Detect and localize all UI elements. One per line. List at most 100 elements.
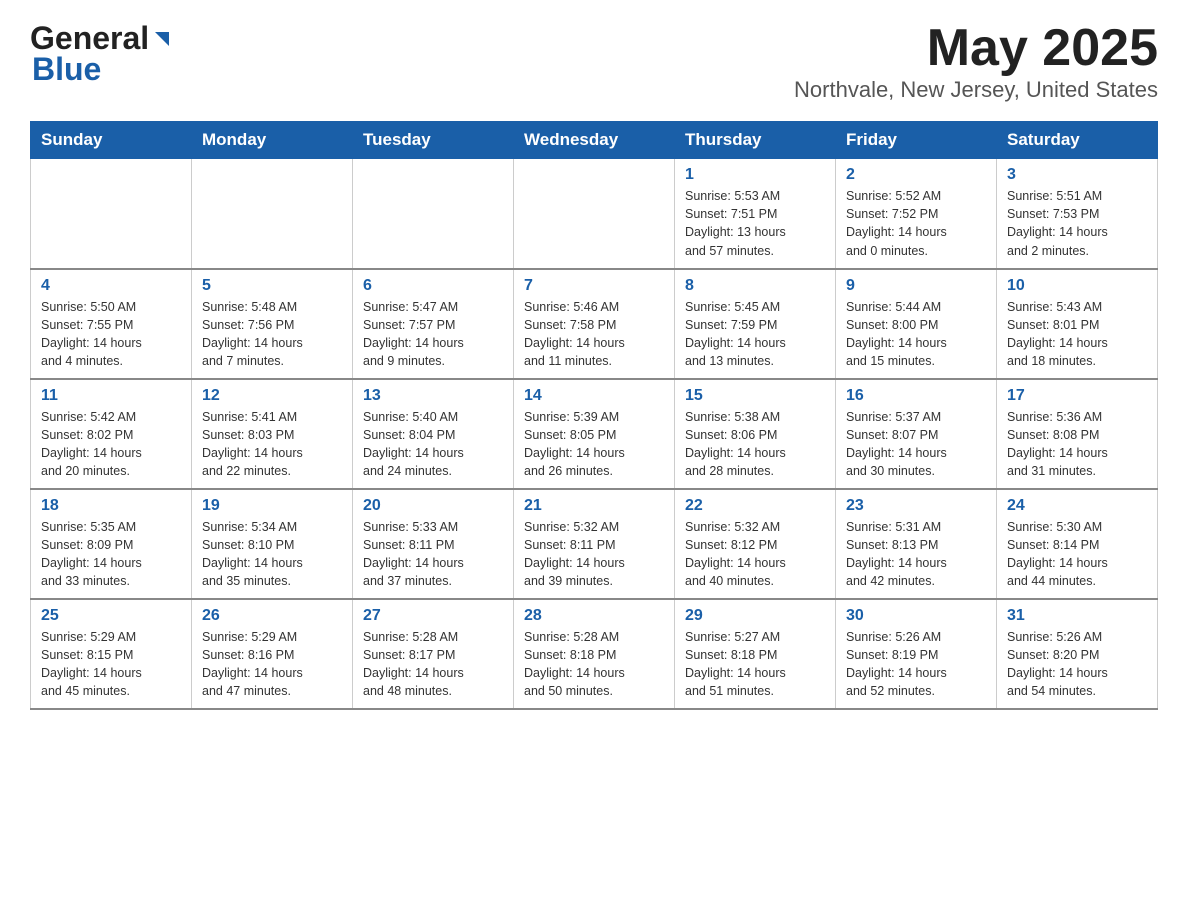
day-info: Sunrise: 5:33 AM Sunset: 8:11 PM Dayligh… — [363, 518, 503, 591]
calendar-cell: 14 Sunrise: 5:39 AM Sunset: 8:05 PM Dayli… — [514, 379, 675, 489]
day-number: 1 — [685, 166, 825, 184]
calendar-week-row: 25 Sunrise: 5:29 AM Sunset: 8:15 PM Dayli… — [31, 599, 1158, 709]
month-year-title: May 2025 — [794, 20, 1158, 77]
day-number: 14 — [524, 387, 664, 405]
calendar-cell: 17 Sunrise: 5:36 AM Sunset: 8:08 PM Dayli… — [997, 379, 1158, 489]
day-info: Sunrise: 5:27 AM Sunset: 8:18 PM Dayligh… — [685, 628, 825, 701]
day-number: 8 — [685, 277, 825, 295]
calendar-cell: 25 Sunrise: 5:29 AM Sunset: 8:15 PM Dayli… — [31, 599, 192, 709]
day-number: 18 — [41, 497, 181, 515]
day-number: 6 — [363, 277, 503, 295]
calendar-cell: 7 Sunrise: 5:46 AM Sunset: 7:58 PM Daylig… — [514, 269, 675, 379]
weekday-header-wednesday: Wednesday — [514, 122, 675, 159]
day-number: 28 — [524, 607, 664, 625]
day-info: Sunrise: 5:28 AM Sunset: 8:18 PM Dayligh… — [524, 628, 664, 701]
day-info: Sunrise: 5:45 AM Sunset: 7:59 PM Dayligh… — [685, 298, 825, 371]
day-info: Sunrise: 5:36 AM Sunset: 8:08 PM Dayligh… — [1007, 408, 1147, 481]
day-number: 27 — [363, 607, 503, 625]
day-number: 12 — [202, 387, 342, 405]
calendar-cell: 12 Sunrise: 5:41 AM Sunset: 8:03 PM Dayli… — [192, 379, 353, 489]
calendar-cell: 27Sunrise: 5:28 AM Sunset: 8:17 PM Dayli… — [353, 599, 514, 709]
calendar-cell: 13 Sunrise: 5:40 AM Sunset: 8:04 PM Dayli… — [353, 379, 514, 489]
day-info: Sunrise: 5:44 AM Sunset: 8:00 PM Dayligh… — [846, 298, 986, 371]
logo: General Blue — [30, 20, 173, 88]
day-info: Sunrise: 5:51 AM Sunset: 7:53 PM Dayligh… — [1007, 187, 1147, 260]
calendar-week-row: 1 Sunrise: 5:53 AM Sunset: 7:51 PM Daylig… — [31, 159, 1158, 269]
day-number: 3 — [1007, 166, 1147, 184]
calendar-cell: 19 Sunrise: 5:34 AM Sunset: 8:10 PM Dayli… — [192, 489, 353, 599]
calendar-cell: 21 Sunrise: 5:32 AM Sunset: 8:11 PM Dayli… — [514, 489, 675, 599]
day-info: Sunrise: 5:32 AM Sunset: 8:12 PM Dayligh… — [685, 518, 825, 591]
weekday-header-thursday: Thursday — [675, 122, 836, 159]
day-info: Sunrise: 5:38 AM Sunset: 8:06 PM Dayligh… — [685, 408, 825, 481]
day-info: Sunrise: 5:41 AM Sunset: 8:03 PM Dayligh… — [202, 408, 342, 481]
calendar-cell: 6 Sunrise: 5:47 AM Sunset: 7:57 PM Daylig… — [353, 269, 514, 379]
weekday-header-friday: Friday — [836, 122, 997, 159]
day-info: Sunrise: 5:42 AM Sunset: 8:02 PM Dayligh… — [41, 408, 181, 481]
day-info: Sunrise: 5:40 AM Sunset: 8:04 PM Dayligh… — [363, 408, 503, 481]
calendar-cell: 23 Sunrise: 5:31 AM Sunset: 8:13 PM Dayli… — [836, 489, 997, 599]
day-number: 4 — [41, 277, 181, 295]
calendar-cell: 4 Sunrise: 5:50 AM Sunset: 7:55 PM Daylig… — [31, 269, 192, 379]
calendar-cell: 31 Sunrise: 5:26 AM Sunset: 8:20 PM Dayli… — [997, 599, 1158, 709]
calendar-cell: 30Sunrise: 5:26 AM Sunset: 8:19 PM Dayli… — [836, 599, 997, 709]
day-info: Sunrise: 5:47 AM Sunset: 7:57 PM Dayligh… — [363, 298, 503, 371]
calendar-cell: 9 Sunrise: 5:44 AM Sunset: 8:00 PM Daylig… — [836, 269, 997, 379]
day-number: 13 — [363, 387, 503, 405]
day-number: 15 — [685, 387, 825, 405]
calendar-cell: 8 Sunrise: 5:45 AM Sunset: 7:59 PM Daylig… — [675, 269, 836, 379]
day-number: 7 — [524, 277, 664, 295]
calendar-cell: 1 Sunrise: 5:53 AM Sunset: 7:51 PM Daylig… — [675, 159, 836, 269]
day-info: Sunrise: 5:26 AM Sunset: 8:20 PM Dayligh… — [1007, 628, 1147, 701]
day-info: Sunrise: 5:37 AM Sunset: 8:07 PM Dayligh… — [846, 408, 986, 481]
calendar-cell: 29 Sunrise: 5:27 AM Sunset: 8:18 PM Dayli… — [675, 599, 836, 709]
day-number: 23 — [846, 497, 986, 515]
calendar-week-row: 18 Sunrise: 5:35 AM Sunset: 8:09 PM Dayli… — [31, 489, 1158, 599]
page-header: General Blue May 2025 Northvale, New Jer… — [30, 20, 1158, 103]
calendar-table: SundayMondayTuesdayWednesdayThursdayFrid… — [30, 121, 1158, 710]
day-info: Sunrise: 5:48 AM Sunset: 7:56 PM Dayligh… — [202, 298, 342, 371]
day-number: 22 — [685, 497, 825, 515]
day-number: 29 — [685, 607, 825, 625]
day-info: Sunrise: 5:31 AM Sunset: 8:13 PM Dayligh… — [846, 518, 986, 591]
day-number: 24 — [1007, 497, 1147, 515]
day-number: 9 — [846, 277, 986, 295]
day-number: 21 — [524, 497, 664, 515]
day-info: Sunrise: 5:52 AM Sunset: 7:52 PM Dayligh… — [846, 187, 986, 260]
day-info: Sunrise: 5:29 AM Sunset: 8:15 PM Dayligh… — [41, 628, 181, 701]
calendar-cell: 22 Sunrise: 5:32 AM Sunset: 8:12 PM Dayli… — [675, 489, 836, 599]
day-number: 5 — [202, 277, 342, 295]
logo-blue: Blue — [30, 51, 101, 88]
weekday-header-sunday: Sunday — [31, 122, 192, 159]
calendar-cell — [514, 159, 675, 269]
calendar-cell — [192, 159, 353, 269]
day-info: Sunrise: 5:26 AM Sunset: 8:19 PM Dayligh… — [846, 628, 986, 701]
calendar-week-row: 11 Sunrise: 5:42 AM Sunset: 8:02 PM Dayli… — [31, 379, 1158, 489]
day-info: Sunrise: 5:43 AM Sunset: 8:01 PM Dayligh… — [1007, 298, 1147, 371]
day-number: 19 — [202, 497, 342, 515]
day-info: Sunrise: 5:35 AM Sunset: 8:09 PM Dayligh… — [41, 518, 181, 591]
calendar-cell: 11 Sunrise: 5:42 AM Sunset: 8:02 PM Dayli… — [31, 379, 192, 489]
day-info: Sunrise: 5:32 AM Sunset: 8:11 PM Dayligh… — [524, 518, 664, 591]
location-subtitle: Northvale, New Jersey, United States — [794, 77, 1158, 103]
day-number: 11 — [41, 387, 181, 405]
calendar-cell: 16 Sunrise: 5:37 AM Sunset: 8:07 PM Dayli… — [836, 379, 997, 489]
day-info: Sunrise: 5:30 AM Sunset: 8:14 PM Dayligh… — [1007, 518, 1147, 591]
day-number: 2 — [846, 166, 986, 184]
day-number: 31 — [1007, 607, 1147, 625]
day-info: Sunrise: 5:46 AM Sunset: 7:58 PM Dayligh… — [524, 298, 664, 371]
day-number: 17 — [1007, 387, 1147, 405]
day-info: Sunrise: 5:53 AM Sunset: 7:51 PM Dayligh… — [685, 187, 825, 260]
weekday-header-saturday: Saturday — [997, 122, 1158, 159]
weekday-header-monday: Monday — [192, 122, 353, 159]
day-info: Sunrise: 5:29 AM Sunset: 8:16 PM Dayligh… — [202, 628, 342, 701]
day-number: 16 — [846, 387, 986, 405]
calendar-cell: 26Sunrise: 5:29 AM Sunset: 8:16 PM Dayli… — [192, 599, 353, 709]
day-info: Sunrise: 5:50 AM Sunset: 7:55 PM Dayligh… — [41, 298, 181, 371]
day-number: 25 — [41, 607, 181, 625]
weekday-header-row: SundayMondayTuesdayWednesdayThursdayFrid… — [31, 122, 1158, 159]
weekday-header-tuesday: Tuesday — [353, 122, 514, 159]
day-info: Sunrise: 5:39 AM Sunset: 8:05 PM Dayligh… — [524, 408, 664, 481]
calendar-cell: 24 Sunrise: 5:30 AM Sunset: 8:14 PM Dayli… — [997, 489, 1158, 599]
day-info: Sunrise: 5:34 AM Sunset: 8:10 PM Dayligh… — [202, 518, 342, 591]
